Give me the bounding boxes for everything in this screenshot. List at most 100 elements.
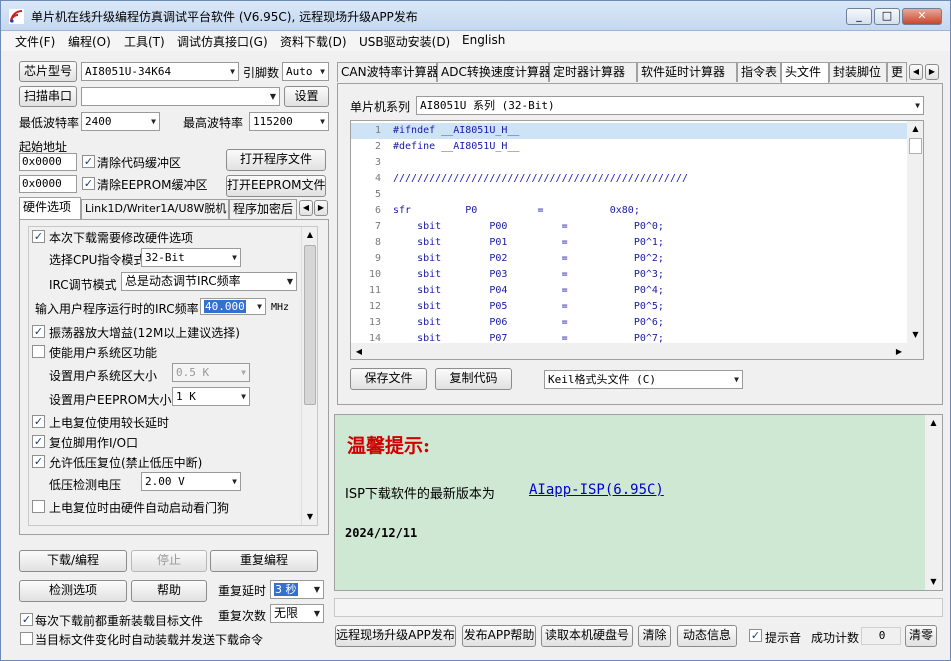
help-button[interactable]: 帮助 [131, 580, 207, 602]
notice-text: ISP下载软件的最新版本为 [345, 487, 495, 502]
scrollbar-thumb[interactable] [304, 245, 316, 405]
minimize-button[interactable]: _ [846, 8, 872, 25]
code-line: 8 sbit P01 = P0^1; [351, 235, 911, 251]
line-text: sbit P01 = P0^1; [393, 237, 664, 248]
scroll-up-icon[interactable]: ▲ [907, 121, 923, 137]
menu-download[interactable]: 资料下载(D) [280, 33, 347, 50]
code-editor[interactable]: 1 #ifndef __AI8051U_H__ 2 #define __AI8051U… [350, 120, 924, 360]
window-title: 单片机在线升级编程仿真调试平台软件 (V6.95C), 远程现场升级APP发布 [31, 10, 418, 24]
menu-usb-driver[interactable]: USB驱动安装(D) [359, 33, 450, 50]
tab-more[interactable]: 更 [887, 62, 907, 82]
tab-offline[interactable]: Link1D/Writer1A/U8W脱机 [81, 199, 229, 219]
code-vertical-scrollbar[interactable]: ▲ ▼ [907, 121, 923, 343]
maximize-button[interactable]: □ [874, 8, 900, 25]
close-button[interactable]: ✕ [902, 8, 942, 25]
reset-count-button[interactable]: 清零 [905, 625, 937, 647]
chip-model-button[interactable]: 芯片型号 [19, 61, 77, 82]
remote-upgrade-button[interactable]: 远程现场升级APP发布 [335, 625, 456, 647]
eeprom-address-input[interactable]: 0x0000 [19, 175, 77, 193]
cpu-mode-select[interactable]: 32-Bit ▼ [141, 248, 241, 267]
line-number: 8 [374, 237, 381, 248]
auto-reload-checkbox[interactable] [20, 632, 33, 645]
code-line: 12 sbit P05 = P0^5; [351, 299, 911, 315]
menu-program[interactable]: 编程(O) [68, 33, 111, 50]
code-horizontal-scrollbar[interactable]: ◀ ▶ [351, 343, 923, 359]
chip-model-select[interactable]: AI8051U-34K64 ▼ [81, 62, 239, 81]
download-button[interactable]: 下载/编程 [19, 550, 127, 572]
save-file-button[interactable]: 保存文件 [350, 368, 427, 390]
code-address-input[interactable]: 0x0000 [19, 153, 77, 171]
scroll-right-icon[interactable]: ▶ [891, 343, 907, 359]
tab-encryption[interactable]: 程序加密后 [229, 199, 297, 219]
notice-scrollbar[interactable]: ▲ ▼ [925, 415, 942, 590]
menu-file[interactable]: 文件(F) [15, 33, 55, 50]
lvr-checkbox[interactable]: ✓ [32, 455, 45, 468]
reload-checkbox[interactable]: ✓ [20, 613, 33, 626]
header-format-select[interactable]: Keil格式头文件 (C) ▼ [544, 370, 743, 389]
repeat-count-select[interactable]: 无限 ▼ [270, 604, 324, 623]
copy-code-button[interactable]: 复制代码 [435, 368, 512, 390]
wdt-checkbox[interactable] [32, 500, 45, 513]
reset-io-checkbox[interactable]: ✓ [32, 435, 45, 448]
tab-scroll-left-icon[interactable]: ◀ [299, 200, 313, 216]
dynamic-info-button[interactable]: 动态信息 [677, 625, 737, 647]
wdt-label: 上电复位时由硬件自动启动看门狗 [49, 501, 230, 515]
tab-delay-calc[interactable]: 软件延时计算器 [637, 62, 737, 82]
series-select[interactable]: AI8051U 系列 (32-Bit) ▼ [416, 96, 924, 115]
scroll-up-icon[interactable]: ▲ [925, 415, 942, 431]
sysarea-size-select[interactable]: 0.5 K ▼ [172, 363, 250, 382]
max-baud-select[interactable]: 115200 ▼ [249, 112, 329, 131]
open-program-file-button[interactable]: 打开程序文件 [226, 149, 326, 171]
tab-scroll-left-icon[interactable]: ◀ [909, 64, 923, 80]
tab-can-baud[interactable]: CAN波特率计算器 [337, 62, 439, 82]
port-select[interactable]: ▼ [81, 87, 280, 106]
tab-instruction-table[interactable]: 指令表 [737, 62, 781, 82]
settings-button[interactable]: 设置 [284, 86, 329, 107]
detect-options-button[interactable]: 检测选项 [19, 580, 127, 602]
repeat-delay-select[interactable]: 3 秒 ▼ [270, 580, 324, 599]
scroll-up-icon[interactable]: ▲ [302, 227, 318, 243]
open-eeprom-file-button[interactable]: 打开EEPROM文件 [226, 175, 326, 197]
tab-adc-speed[interactable]: ADC转换速度计算器 [437, 62, 551, 82]
lvd-select[interactable]: 2.00 V ▼ [141, 472, 241, 491]
scroll-down-icon[interactable]: ▼ [925, 574, 942, 590]
code-line: 9 sbit P02 = P0^2; [351, 251, 911, 267]
repeat-program-button[interactable]: 重复编程 [210, 550, 318, 572]
menu-english[interactable]: English [462, 33, 505, 47]
publish-help-button[interactable]: 发布APP帮助 [462, 625, 536, 647]
eeprom-size-select[interactable]: 1 K ▼ [172, 387, 250, 406]
irc-mode-select[interactable]: 总是动态调节IRC频率 ▼ [121, 272, 297, 291]
line-number: 5 [374, 189, 381, 200]
scrollbar-thumb[interactable] [909, 138, 922, 154]
tab-package-pins[interactable]: 封装脚位 [829, 62, 887, 82]
irc-freq-select[interactable]: 40.000 ▼ [200, 298, 266, 315]
scroll-left-icon[interactable]: ◀ [351, 343, 367, 359]
max-baud-value: 115200 [253, 115, 293, 128]
clear-eeprom-checkbox[interactable]: ✓ [82, 177, 95, 190]
tab-timer-calc[interactable]: 定时器计算器 [549, 62, 637, 82]
sysarea-checkbox[interactable] [32, 345, 45, 358]
stop-button[interactable]: 停止 [131, 550, 207, 572]
tab-header-file[interactable]: 头文件 [781, 62, 829, 84]
scan-port-button[interactable]: 扫描串口 [19, 86, 77, 107]
clear-button[interactable]: 清除 [638, 625, 671, 647]
reload-label: 每次下载前都重新装载目标文件 [35, 614, 204, 628]
hw-options-scrollbar[interactable]: ▲ ▼ [301, 227, 317, 525]
modify-hw-checkbox[interactable]: ✓ [32, 230, 45, 243]
tab-hardware-options[interactable]: 硬件选项 [19, 197, 81, 219]
osc-gain-checkbox[interactable]: ✓ [32, 325, 45, 338]
scroll-down-icon[interactable]: ▼ [907, 327, 923, 343]
menu-debug[interactable]: 调试仿真接口(G) [177, 33, 268, 50]
version-link[interactable]: AIapp-ISP(6.95C) [529, 482, 664, 498]
tab-scroll-right-icon[interactable]: ▶ [925, 64, 939, 80]
menu-tools[interactable]: 工具(T) [124, 33, 165, 50]
tab-scroll-right-icon[interactable]: ▶ [314, 200, 328, 216]
read-disk-button[interactable]: 读取本机硬盘号 [541, 625, 633, 647]
status-bar [334, 598, 943, 617]
min-baud-select[interactable]: 2400 ▼ [81, 112, 160, 131]
clear-code-checkbox[interactable]: ✓ [82, 155, 95, 168]
pins-select[interactable]: Auto ▼ [282, 62, 329, 81]
long-reset-checkbox[interactable]: ✓ [32, 415, 45, 428]
scroll-down-icon[interactable]: ▼ [302, 509, 318, 525]
beep-checkbox[interactable]: ✓ [749, 629, 762, 642]
